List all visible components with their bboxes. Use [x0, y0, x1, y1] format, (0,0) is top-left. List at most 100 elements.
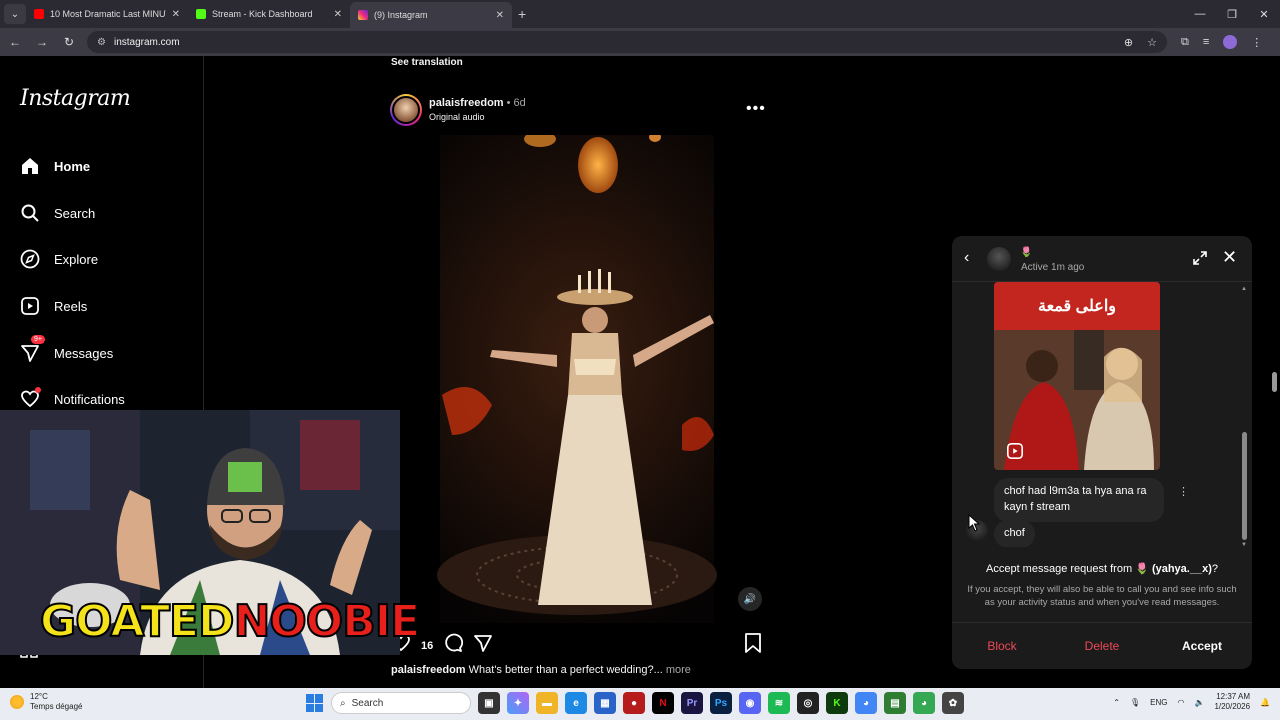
- language-indicator[interactable]: ENG: [1150, 698, 1167, 707]
- clock[interactable]: 12:37 AM 1/20/2026: [1214, 692, 1250, 713]
- expand-icon[interactable]: [1192, 250, 1208, 271]
- kick-app-icon[interactable]: K: [826, 692, 848, 714]
- post-author-avatar[interactable]: [390, 94, 422, 126]
- share-icon[interactable]: [473, 633, 493, 658]
- chat-panel: ‹ 🌷 Active 1m ago ✕ واعلى قمعة chof had …: [952, 236, 1252, 669]
- taskbar-search[interactable]: ⌕ Search: [331, 692, 471, 714]
- tab-instagram[interactable]: (9) Instagram ✕: [350, 2, 512, 28]
- chat-scroll-thumb[interactable]: [1242, 432, 1247, 540]
- chat-scrollbar[interactable]: ▲ ▼: [1241, 286, 1248, 548]
- task-view-icon[interactable]: ▣: [478, 692, 500, 714]
- post-username[interactable]: palaisfreedom: [429, 97, 504, 109]
- app-icon-red[interactable]: ●: [623, 692, 645, 714]
- taskbar-apps: ⌕ Search ▣ ✦ ▬ e ▦ ● N Pr Ps ◉ ≋ ◎ K ◕ ▤…: [306, 692, 964, 714]
- see-translation-link[interactable]: See translation: [391, 57, 463, 68]
- restore-icon[interactable]: ❐: [1216, 0, 1248, 28]
- post-audio-link[interactable]: Original audio: [429, 112, 485, 122]
- post-video[interactable]: 🔊: [382, 135, 772, 623]
- chat-messages: واعلى قمعة chof had l9m3a ta hya ana ra …: [952, 282, 1252, 547]
- comment-icon[interactable]: [443, 633, 464, 658]
- chat-active-status: Active 1m ago: [1021, 262, 1085, 273]
- speaker-icon[interactable]: 🔈: [1194, 698, 1204, 707]
- notification-bell-icon[interactable]: 🔔: [1260, 698, 1270, 707]
- sidebar-item-messages[interactable]: 9+ Messages: [20, 335, 113, 363]
- discord-icon[interactable]: ◉: [739, 692, 761, 714]
- scroll-down-icon[interactable]: ▼: [1241, 542, 1247, 548]
- weather-temp: 12°C: [30, 692, 48, 701]
- message-bubble[interactable]: chof: [994, 520, 1035, 547]
- profile-avatar[interactable]: [1223, 35, 1238, 49]
- new-tab-button[interactable]: +: [518, 6, 526, 22]
- request-actions: Block Delete Accept: [952, 622, 1252, 669]
- chat-username[interactable]: 🌷: [1020, 247, 1032, 258]
- message-bubble[interactable]: chof had l9m3a ta hya ana ra kayn f stre…: [994, 478, 1164, 522]
- post-author[interactable]: palaisfreedom • 6d: [429, 97, 526, 109]
- message-more-icon[interactable]: ⋮: [1178, 485, 1189, 498]
- tab-search-button[interactable]: ⌄: [4, 4, 26, 24]
- premiere-icon[interactable]: Pr: [681, 692, 703, 714]
- close-icon[interactable]: ✕: [334, 9, 342, 20]
- delete-button[interactable]: Delete: [1052, 623, 1152, 669]
- close-icon[interactable]: ✕: [496, 10, 504, 21]
- sidebar-item-home[interactable]: Home: [20, 156, 90, 176]
- sidebar-item-reels[interactable]: Reels: [20, 296, 87, 316]
- sidebar-item-label: Explore: [54, 251, 99, 267]
- bookmark-star-icon[interactable]: ☆: [1147, 36, 1157, 49]
- message-request-info: If you accept, they will also be able to…: [967, 584, 1237, 609]
- spotify-icon[interactable]: ≋: [768, 692, 790, 714]
- sidebar-item-notifications[interactable]: Notifications: [20, 387, 125, 409]
- sheets-icon[interactable]: ▤: [884, 692, 906, 714]
- photoshop-icon[interactable]: Ps: [710, 692, 732, 714]
- scroll-up-icon[interactable]: ▲: [1241, 286, 1247, 292]
- accept-button[interactable]: Accept: [1152, 623, 1252, 669]
- zoom-icon[interactable]: ⊕: [1124, 36, 1133, 49]
- network-icon[interactable]: ◠: [1177, 698, 1184, 707]
- taskbar-search-placeholder: Search: [351, 697, 384, 709]
- bookmark-icon[interactable]: [744, 633, 762, 658]
- chrome-profile-icon[interactable]: ◕: [913, 692, 935, 714]
- scroll-thumb[interactable]: [1272, 372, 1277, 392]
- sidebar-item-explore[interactable]: Explore: [20, 249, 98, 269]
- file-explorer-icon[interactable]: ▬: [536, 692, 558, 714]
- obs-icon[interactable]: ◎: [797, 692, 819, 714]
- media-icon[interactable]: ≡: [1203, 36, 1209, 48]
- netflix-icon[interactable]: N: [652, 692, 674, 714]
- app-icon-dark[interactable]: ✿: [942, 692, 964, 714]
- more-options-icon[interactable]: •••: [746, 100, 766, 118]
- store-icon[interactable]: ▦: [594, 692, 616, 714]
- caption-more-link[interactable]: more: [666, 664, 691, 676]
- windows-start-icon[interactable]: [306, 694, 324, 712]
- sidebar-item-search[interactable]: Search: [20, 203, 95, 223]
- brand-text-noobie: NOOBIE: [233, 596, 422, 647]
- edge-icon[interactable]: e: [565, 692, 587, 714]
- site-info-icon[interactable]: ⚙: [97, 37, 106, 48]
- block-button[interactable]: Block: [952, 623, 1052, 669]
- volume-icon[interactable]: 🔊: [738, 587, 762, 611]
- shared-reel[interactable]: واعلى قمعة: [994, 282, 1160, 470]
- forward-icon[interactable]: →: [30, 30, 54, 54]
- like-count[interactable]: 16: [421, 640, 433, 652]
- close-icon[interactable]: ✕: [1222, 248, 1237, 266]
- messages-badge: 9+: [31, 335, 45, 344]
- reload-icon[interactable]: ↻: [57, 30, 81, 54]
- back-icon[interactable]: ←: [3, 30, 27, 54]
- tab-youtube[interactable]: 10 Most Dramatic Last MINUTE ✕: [26, 0, 188, 28]
- copilot-icon[interactable]: ✦: [507, 692, 529, 714]
- chrome-icon[interactable]: ◕: [855, 692, 877, 714]
- tab-kick[interactable]: Stream - Kick Dashboard ✕: [188, 0, 350, 28]
- menu-icon[interactable]: ⋮: [1251, 36, 1262, 49]
- post-time: • 6d: [503, 97, 526, 109]
- address-bar[interactable]: ⚙ instagram.com ⊕ ☆: [87, 31, 1167, 53]
- instagram-logo[interactable]: Instagram: [20, 86, 131, 111]
- extensions-icon[interactable]: ⧉: [1181, 36, 1189, 49]
- minimize-icon[interactable]: —: [1184, 0, 1216, 28]
- close-icon[interactable]: ✕: [172, 9, 180, 20]
- back-icon[interactable]: ‹: [964, 249, 969, 267]
- close-window-icon[interactable]: ✕: [1248, 0, 1280, 28]
- weather-widget[interactable]: 12°C Temps dégagé: [10, 692, 82, 711]
- chevron-up-icon[interactable]: ⌃: [1113, 698, 1120, 707]
- caption-username[interactable]: palaisfreedom: [391, 664, 466, 676]
- microphone-icon[interactable]: 🎙: [1130, 698, 1140, 707]
- page-scrollbar[interactable]: [1270, 56, 1280, 688]
- chat-avatar[interactable]: [987, 247, 1011, 271]
